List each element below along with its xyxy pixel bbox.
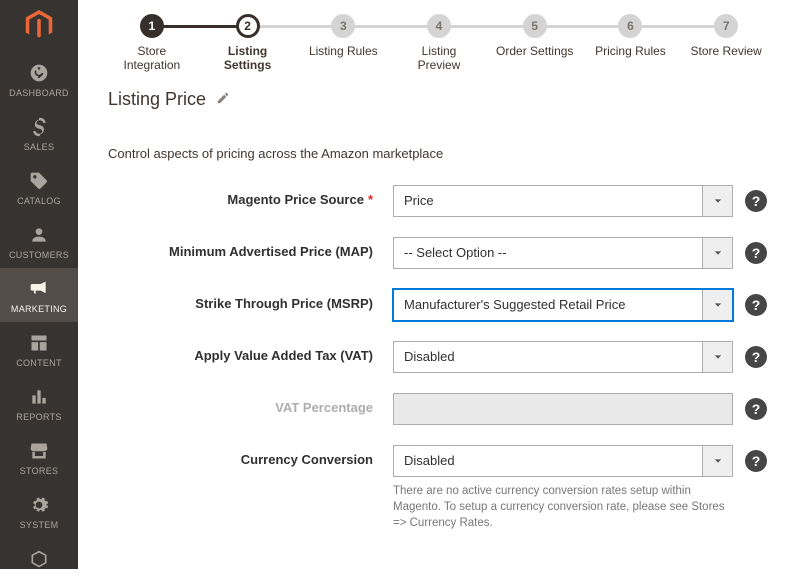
step-label: Listing Settings (208, 44, 288, 73)
wizard-stepper: 1 Store Integration 2 Listing Settings 3… (78, 0, 800, 81)
field-vat: Apply Value Added Tax (VAT) Disabled ? (108, 341, 770, 373)
gear-icon (29, 494, 49, 516)
step-number: 4 (427, 14, 451, 38)
section-description: Control aspects of pricing across the Am… (108, 146, 770, 161)
sidebar-item-label: DASHBOARD (9, 88, 69, 98)
field-hint: There are no active currency conversion … (393, 483, 733, 531)
main-content: 1 Store Integration 2 Listing Settings 3… (78, 0, 800, 569)
required-indicator: * (368, 192, 373, 207)
step-store-integration[interactable]: 1 Store Integration (104, 14, 200, 73)
field-vat-percentage: VAT Percentage ? (108, 393, 770, 425)
sidebar-item-dashboard[interactable]: DASHBOARD (0, 52, 78, 106)
step-number: 5 (523, 14, 547, 38)
step-label: Listing Preview (399, 44, 479, 73)
person-icon (29, 224, 49, 246)
sidebar-item-label: CUSTOMERS (9, 250, 69, 260)
sidebar-item-label: SALES (24, 142, 55, 152)
field-label: Strike Through Price (MSRP) (108, 289, 393, 311)
sidebar-item-content[interactable]: CONTENT (0, 322, 78, 376)
dashboard-icon (29, 62, 49, 84)
field-price-source: Magento Price Source* Price ? (108, 185, 770, 217)
chevron-down-icon (702, 342, 732, 372)
chevron-down-icon (702, 290, 732, 320)
sidebar-item-label: MARKETING (11, 304, 67, 314)
sidebar-item-stores[interactable]: STORES (0, 430, 78, 484)
sidebar-item-label: STORES (20, 466, 59, 476)
vat-select[interactable]: Disabled (393, 341, 733, 373)
box-icon (29, 548, 49, 570)
pencil-icon[interactable] (216, 91, 230, 108)
bar-chart-icon (29, 386, 49, 408)
step-number: 1 (140, 14, 164, 38)
sidebar-item-sales[interactable]: SALES (0, 106, 78, 160)
step-order-settings[interactable]: 5 Order Settings (487, 14, 583, 58)
field-msrp: Strike Through Price (MSRP) Manufacturer… (108, 289, 770, 321)
step-label: Order Settings (496, 44, 573, 58)
layout-icon (29, 332, 49, 354)
map-select[interactable]: -- Select Option -- (393, 237, 733, 269)
sidebar-item-system[interactable]: SYSTEM (0, 484, 78, 538)
field-label: Magento Price Source* (108, 185, 393, 207)
chevron-down-icon (702, 238, 732, 268)
step-label: Pricing Rules (595, 44, 666, 58)
step-number: 2 (236, 14, 260, 38)
help-icon[interactable]: ? (745, 190, 767, 212)
help-icon[interactable]: ? (745, 294, 767, 316)
help-icon[interactable]: ? (745, 398, 767, 420)
store-icon (29, 440, 49, 462)
tag-icon (29, 170, 49, 192)
sidebar-item-extensions[interactable] (0, 538, 78, 582)
magento-logo[interactable] (23, 10, 55, 40)
sidebar-item-marketing[interactable]: MARKETING (0, 268, 78, 322)
field-currency-conversion: Currency Conversion Disabled There are n… (108, 445, 770, 531)
msrp-select[interactable]: Manufacturer's Suggested Retail Price (393, 289, 733, 321)
vat-percentage-input (393, 393, 733, 425)
field-label: Minimum Advertised Price (MAP) (108, 237, 393, 259)
admin-sidebar: DASHBOARD SALES CATALOG CUSTOMERS MARKET… (0, 0, 78, 569)
field-label: VAT Percentage (108, 393, 393, 415)
step-number: 6 (618, 14, 642, 38)
field-map: Minimum Advertised Price (MAP) -- Select… (108, 237, 770, 269)
sidebar-item-customers[interactable]: CUSTOMERS (0, 214, 78, 268)
field-label: Currency Conversion (108, 445, 393, 467)
section-header: Listing Price (108, 89, 770, 110)
chevron-down-icon (702, 446, 732, 476)
step-label: Listing Rules (309, 44, 378, 58)
sidebar-item-label: CONTENT (16, 358, 62, 368)
step-label: Store Integration (112, 44, 192, 73)
sidebar-item-label: SYSTEM (20, 520, 59, 530)
step-listing-settings[interactable]: 2 Listing Settings (200, 14, 296, 73)
help-icon[interactable]: ? (745, 242, 767, 264)
currency-select[interactable]: Disabled There are no active currency co… (393, 445, 733, 531)
sidebar-item-reports[interactable]: REPORTS (0, 376, 78, 430)
help-icon[interactable]: ? (745, 346, 767, 368)
step-label: Store Review (690, 44, 761, 58)
section-title: Listing Price (108, 89, 206, 110)
step-store-review[interactable]: 7 Store Review (678, 14, 774, 58)
sidebar-item-label: CATALOG (17, 196, 61, 206)
step-listing-rules[interactable]: 3 Listing Rules (295, 14, 391, 58)
chevron-down-icon (702, 186, 732, 216)
step-listing-preview[interactable]: 4 Listing Preview (391, 14, 487, 73)
megaphone-icon (29, 278, 49, 300)
step-pricing-rules[interactable]: 6 Pricing Rules (583, 14, 679, 58)
step-number: 7 (714, 14, 738, 38)
help-icon[interactable]: ? (745, 450, 767, 472)
price-source-select[interactable]: Price (393, 185, 733, 217)
sidebar-item-catalog[interactable]: CATALOG (0, 160, 78, 214)
field-label: Apply Value Added Tax (VAT) (108, 341, 393, 363)
dollar-icon (29, 116, 49, 138)
step-number: 3 (331, 14, 355, 38)
sidebar-item-label: REPORTS (16, 412, 61, 422)
